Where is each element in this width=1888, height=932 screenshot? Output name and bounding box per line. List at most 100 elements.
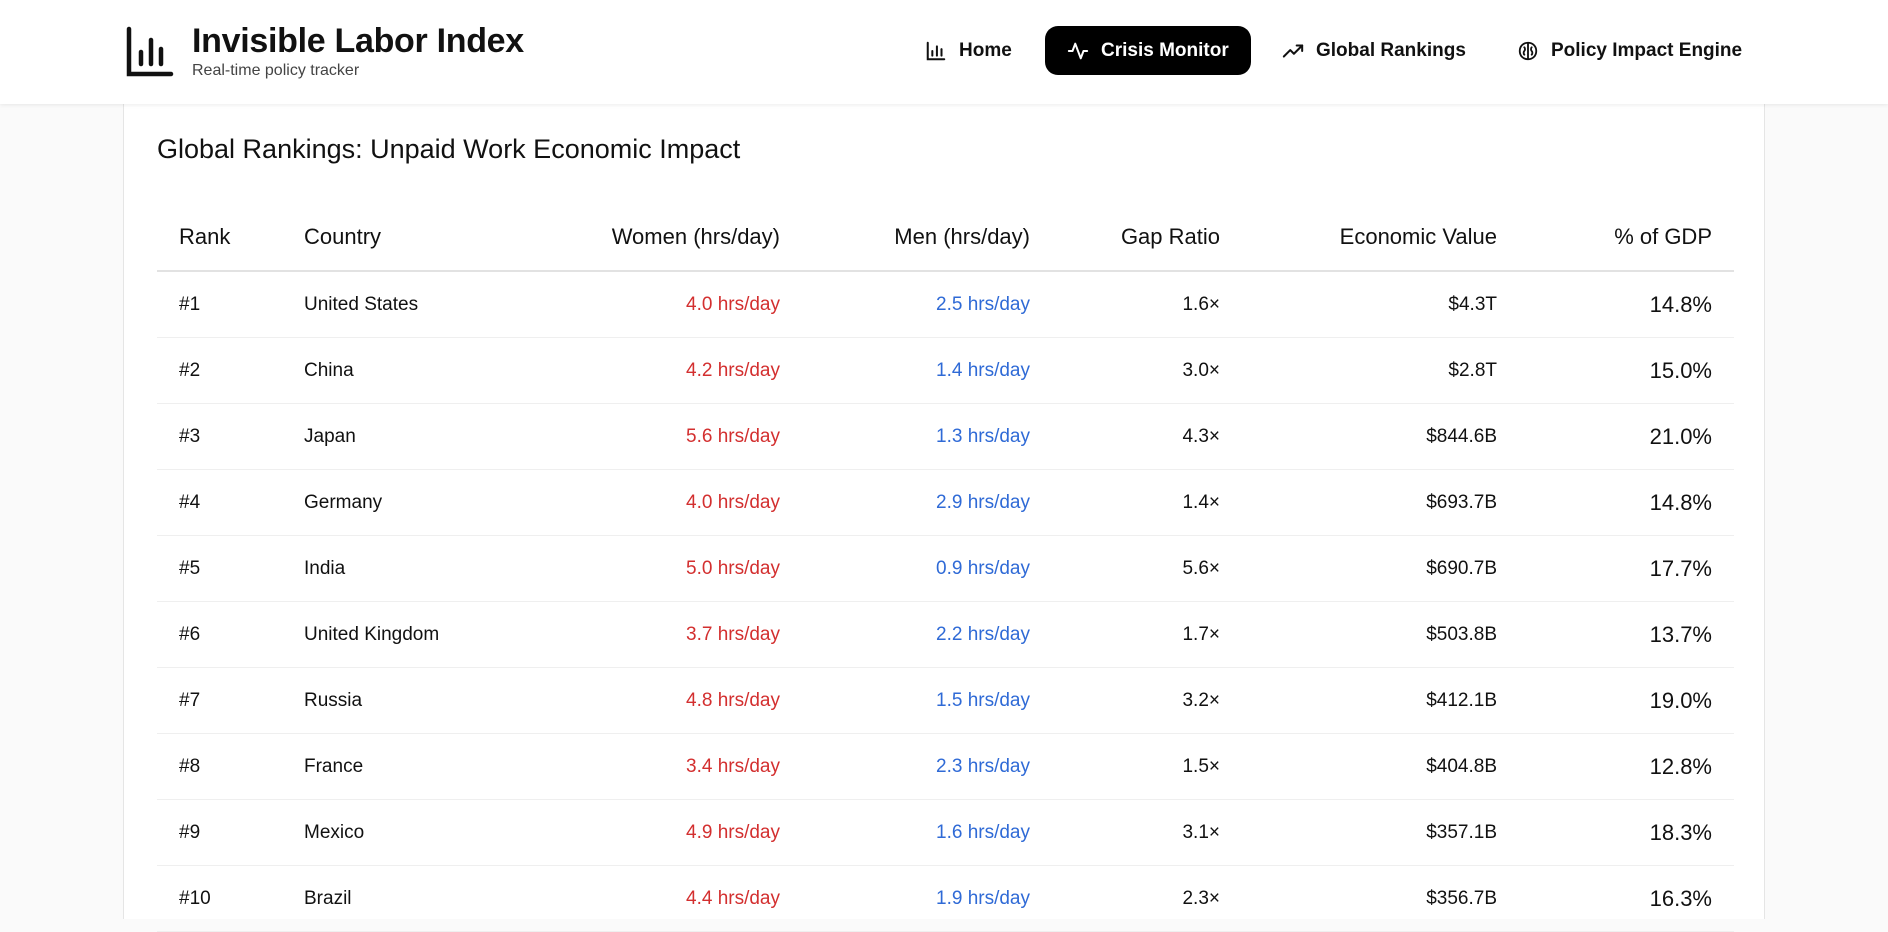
gap-ratio-cell: 1.6× xyxy=(1052,271,1242,338)
gdp-percent-cell: 14.8% xyxy=(1519,469,1734,536)
gdp-percent-cell: 16.3% xyxy=(1519,865,1734,932)
table-row[interactable]: #5 India 5.0 hrs/day 0.9 hrs/day 5.6× $690.7B… xyxy=(157,535,1734,602)
country-cell: Russia xyxy=(282,667,522,734)
nav-global-rankings-label: Global Rankings xyxy=(1316,39,1466,61)
trending-up-icon xyxy=(1282,43,1304,58)
rank-cell: #8 xyxy=(157,733,282,800)
column-header-economic-value[interactable]: Economic Value xyxy=(1242,204,1519,272)
economic-value-cell: $4.3T xyxy=(1242,271,1519,338)
rank-cell: #2 xyxy=(157,337,282,404)
gap-ratio-cell: 1.7× xyxy=(1052,601,1242,668)
column-header-men[interactable]: Men (hrs/day) xyxy=(802,204,1052,272)
column-header-gap-ratio[interactable]: Gap Ratio xyxy=(1052,204,1242,272)
economic-value-cell: $356.7B xyxy=(1242,865,1519,932)
country-cell: Brazil xyxy=(282,865,522,932)
women-hours-cell: 3.7 hrs/day xyxy=(522,601,802,668)
table-row[interactable]: #3 Japan 5.6 hrs/day 1.3 hrs/day 4.3× $844.6B… xyxy=(157,403,1734,470)
column-header-women[interactable]: Women (hrs/day) xyxy=(522,204,802,272)
table-header-row: Rank Country Women (hrs/day) Men (hrs/da… xyxy=(157,204,1734,272)
men-hours-cell: 1.4 hrs/day xyxy=(802,337,1052,404)
men-hours-cell: 1.5 hrs/day xyxy=(802,667,1052,734)
women-hours-cell: 4.9 hrs/day xyxy=(522,799,802,866)
women-hours-cell: 5.6 hrs/day xyxy=(522,403,802,470)
gdp-percent-cell: 21.0% xyxy=(1519,403,1734,470)
gdp-percent-cell: 17.7% xyxy=(1519,535,1734,602)
gap-ratio-cell: 3.1× xyxy=(1052,799,1242,866)
gdp-percent-cell: 12.8% xyxy=(1519,733,1734,800)
women-hours-cell: 4.4 hrs/day xyxy=(522,865,802,932)
men-hours-cell: 2.9 hrs/day xyxy=(802,469,1052,536)
country-cell: Germany xyxy=(282,469,522,536)
gdp-percent-cell: 13.7% xyxy=(1519,601,1734,668)
table-row[interactable]: #8 France 3.4 hrs/day 2.3 hrs/day 1.5× $404.8… xyxy=(157,733,1734,800)
economic-value-cell: $2.8T xyxy=(1242,337,1519,404)
nav-policy-impact-engine[interactable]: Policy Impact Engine xyxy=(1517,26,1742,75)
table-row[interactable]: #9 Mexico 4.9 hrs/day 1.6 hrs/day 3.1× $357.1… xyxy=(157,799,1734,866)
page-title: Global Rankings: Unpaid Work Economic Im… xyxy=(157,134,741,164)
table-row[interactable]: #2 China 4.2 hrs/day 1.4 hrs/day 3.0× $2.8T 15… xyxy=(157,337,1734,404)
nav-policy-impact-engine-label: Policy Impact Engine xyxy=(1551,39,1743,61)
rank-cell: #3 xyxy=(157,403,282,470)
column-header-gdp-percent[interactable]: % of GDP xyxy=(1519,204,1734,272)
gap-ratio-cell: 2.3× xyxy=(1052,865,1242,932)
men-hours-cell: 1.3 hrs/day xyxy=(802,403,1052,470)
bar-chart-icon xyxy=(126,26,174,77)
rank-cell: #1 xyxy=(157,271,282,338)
app-subtitle: Real-time policy tracker xyxy=(192,62,360,79)
men-hours-cell: 2.2 hrs/day xyxy=(802,601,1052,668)
economic-value-cell: $693.7B xyxy=(1242,469,1519,536)
economic-value-cell: $690.7B xyxy=(1242,535,1519,602)
table-row[interactable]: #1 United States 4.0 hrs/day 2.5 hrs/day 1.6… xyxy=(157,271,1734,338)
nav-crisis-monitor[interactable]: Crisis Monitor xyxy=(1045,26,1251,75)
economic-value-cell: $412.1B xyxy=(1242,667,1519,734)
bar-chart-icon xyxy=(926,41,946,60)
top-bar: Invisible Labor Index Real-time policy t… xyxy=(0,0,1888,104)
brand[interactable]: Invisible Labor Index Real-time policy t… xyxy=(126,22,524,80)
women-hours-cell: 3.4 hrs/day xyxy=(522,733,802,800)
rankings-table: Rank Country Women (hrs/day) Men (hrs/da… xyxy=(157,204,1734,932)
country-cell: Mexico xyxy=(282,799,522,866)
economic-value-cell: $503.8B xyxy=(1242,601,1519,668)
app-title: Invisible Labor Index xyxy=(192,22,524,60)
table-row[interactable]: #7 Russia 4.8 hrs/day 1.5 hrs/day 3.2× $412.1… xyxy=(157,667,1734,734)
column-header-country[interactable]: Country xyxy=(282,204,522,272)
nav-global-rankings[interactable]: Global Rankings xyxy=(1282,26,1466,75)
men-hours-cell: 2.3 hrs/day xyxy=(802,733,1052,800)
country-cell: China xyxy=(282,337,522,404)
table-row[interactable]: #4 Germany 4.0 hrs/day 2.9 hrs/day 1.4× $693.… xyxy=(157,469,1734,536)
rank-cell: #9 xyxy=(157,799,282,866)
gap-ratio-cell: 3.0× xyxy=(1052,337,1242,404)
men-hours-cell: 1.6 hrs/day xyxy=(802,799,1052,866)
country-cell: United Kingdom xyxy=(282,601,522,668)
gdp-percent-cell: 15.0% xyxy=(1519,337,1734,404)
men-hours-cell: 1.9 hrs/day xyxy=(802,865,1052,932)
men-hours-cell: 2.5 hrs/day xyxy=(802,271,1052,338)
gap-ratio-cell: 1.5× xyxy=(1052,733,1242,800)
rankings-panel: Global Rankings: Unpaid Work Economic Im… xyxy=(123,104,1765,932)
table-row[interactable]: #10 Brazil 4.4 hrs/day 1.9 hrs/day 2.3× $356.… xyxy=(157,865,1734,932)
country-cell: Japan xyxy=(282,403,522,470)
gdp-percent-cell: 14.8% xyxy=(1519,271,1734,338)
table-row[interactable]: #6 United Kingdom 3.7 hrs/day 2.2 hrs/day 1.… xyxy=(157,601,1734,668)
women-hours-cell: 4.2 hrs/day xyxy=(522,337,802,404)
column-header-rank[interactable]: Rank xyxy=(157,204,282,272)
nav-home[interactable]: Home xyxy=(925,26,1012,75)
gap-ratio-cell: 1.4× xyxy=(1052,469,1242,536)
brain-icon xyxy=(1518,41,1538,60)
rank-cell: #4 xyxy=(157,469,282,536)
women-hours-cell: 4.8 hrs/day xyxy=(522,667,802,734)
men-hours-cell: 0.9 hrs/day xyxy=(802,535,1052,602)
country-cell: France xyxy=(282,733,522,800)
country-cell: India xyxy=(282,535,522,602)
gdp-percent-cell: 19.0% xyxy=(1519,667,1734,734)
economic-value-cell: $404.8B xyxy=(1242,733,1519,800)
gap-ratio-cell: 4.3× xyxy=(1052,403,1242,470)
gap-ratio-cell: 3.2× xyxy=(1052,667,1242,734)
economic-value-cell: $844.6B xyxy=(1242,403,1519,470)
economic-value-cell: $357.1B xyxy=(1242,799,1519,866)
rank-cell: #5 xyxy=(157,535,282,602)
women-hours-cell: 4.0 hrs/day xyxy=(522,469,802,536)
rank-cell: #7 xyxy=(157,667,282,734)
rank-cell: #6 xyxy=(157,601,282,668)
gdp-percent-cell: 18.3% xyxy=(1519,799,1734,866)
